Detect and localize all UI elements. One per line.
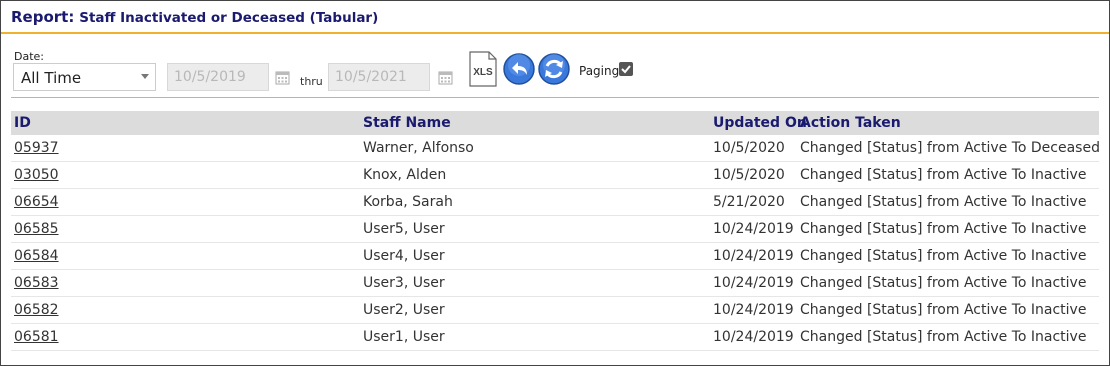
divider: [11, 97, 1099, 98]
action-taken: Changed [Status] from Active To Inactive: [800, 167, 1087, 183]
action-taken: Changed [Status] from Active To Inactive: [800, 275, 1087, 291]
from-date-input[interactable]: 10/5/2019: [167, 63, 269, 91]
action-taken: Changed [Status] from Active To Inactive: [800, 248, 1087, 264]
title-lead: Report:: [11, 8, 75, 26]
date-label: Date:: [14, 50, 44, 63]
report-panel: Report: Staff Inactivated or Deceased (T…: [0, 0, 1110, 366]
column-header-action-taken[interactable]: Action Taken: [800, 115, 901, 131]
filter-bar: Date: All Time 10/5/2019 thru 10/5/2021: [1, 34, 1109, 97]
table-row: 06582 User2, User 10/24/2019 Changed [St…: [11, 297, 1099, 324]
staff-id-link[interactable]: 03050: [14, 167, 59, 183]
staff-id-link[interactable]: 06581: [14, 329, 59, 345]
chevron-down-icon: [141, 74, 149, 79]
thru-label: thru: [300, 75, 323, 88]
table-row: 06585 User5, User 10/24/2019 Changed [St…: [11, 216, 1099, 243]
updated-on: 10/5/2020: [713, 140, 785, 156]
refresh-icon[interactable]: [538, 53, 570, 85]
table-row: 03050 Knox, Alden 10/5/2020 Changed [Sta…: [11, 162, 1099, 189]
updated-on: 10/24/2019: [713, 302, 794, 318]
staff-name: User5, User: [363, 221, 445, 237]
export-xls-icon[interactable]: XLS: [468, 51, 498, 87]
updated-on: 10/5/2020: [713, 167, 785, 183]
date-range-select[interactable]: All Time: [13, 63, 156, 91]
calendar-icon[interactable]: [438, 70, 453, 85]
title-rest: Staff Inactivated or Deceased (Tabular): [79, 10, 379, 26]
table-header: ID Staff Name Updated On Action Taken: [11, 111, 1099, 135]
updated-on: 10/24/2019: [713, 275, 794, 291]
staff-name: Korba, Sarah: [363, 194, 453, 210]
updated-on: 10/24/2019: [713, 221, 794, 237]
staff-name: User2, User: [363, 302, 445, 318]
table-row: 06654 Korba, Sarah 5/21/2020 Changed [St…: [11, 189, 1099, 216]
table-row: 06583 User3, User 10/24/2019 Changed [St…: [11, 270, 1099, 297]
updated-on: 10/24/2019: [713, 248, 794, 264]
updated-on: 5/21/2020: [713, 194, 785, 210]
action-taken: Changed [Status] from Active To Deceased: [800, 140, 1100, 156]
staff-name: User1, User: [363, 329, 445, 345]
xls-label: XLS: [473, 67, 493, 78]
staff-name: Knox, Alden: [363, 167, 447, 183]
staff-name: User3, User: [363, 275, 445, 291]
action-taken: Changed [Status] from Active To Inactive: [800, 302, 1087, 318]
staff-id-link[interactable]: 06654: [14, 194, 59, 210]
staff-id-link[interactable]: 06584: [14, 248, 59, 264]
action-taken: Changed [Status] from Active To Inactive: [800, 194, 1087, 210]
action-taken: Changed [Status] from Active To Inactive: [800, 221, 1087, 237]
staff-id-link[interactable]: 06583: [14, 275, 59, 291]
staff-name: User4, User: [363, 248, 445, 264]
column-header-staff-name[interactable]: Staff Name: [363, 115, 451, 131]
table-row: 06581 User1, User 10/24/2019 Changed [St…: [11, 324, 1099, 351]
staff-id-link[interactable]: 06582: [14, 302, 59, 318]
updated-on: 10/24/2019: [713, 329, 794, 345]
action-taken: Changed [Status] from Active To Inactive: [800, 329, 1087, 345]
column-header-id[interactable]: ID: [14, 115, 31, 131]
to-date-input[interactable]: 10/5/2021: [328, 63, 430, 91]
page-title: Report: Staff Inactivated or Deceased (T…: [11, 8, 378, 26]
paging-checkbox[interactable]: [619, 62, 633, 76]
paging-label: Paging: [579, 64, 620, 78]
table-row: 05937 Warner, Alfonso 10/5/2020 Changed …: [11, 135, 1100, 162]
column-header-updated-on[interactable]: Updated On: [713, 115, 807, 131]
date-range-value: All Time: [21, 69, 82, 87]
table-row: 06584 User4, User 10/24/2019 Changed [St…: [11, 243, 1099, 270]
results-table: ID Staff Name Updated On Action Taken 05…: [11, 111, 1100, 351]
back-button-icon[interactable]: [503, 53, 535, 85]
staff-id-link[interactable]: 05937: [14, 140, 59, 156]
staff-id-link[interactable]: 06585: [14, 221, 59, 237]
calendar-icon[interactable]: [275, 70, 290, 85]
title-bar: Report: Staff Inactivated or Deceased (T…: [1, 1, 1109, 34]
staff-name: Warner, Alfonso: [363, 140, 474, 156]
